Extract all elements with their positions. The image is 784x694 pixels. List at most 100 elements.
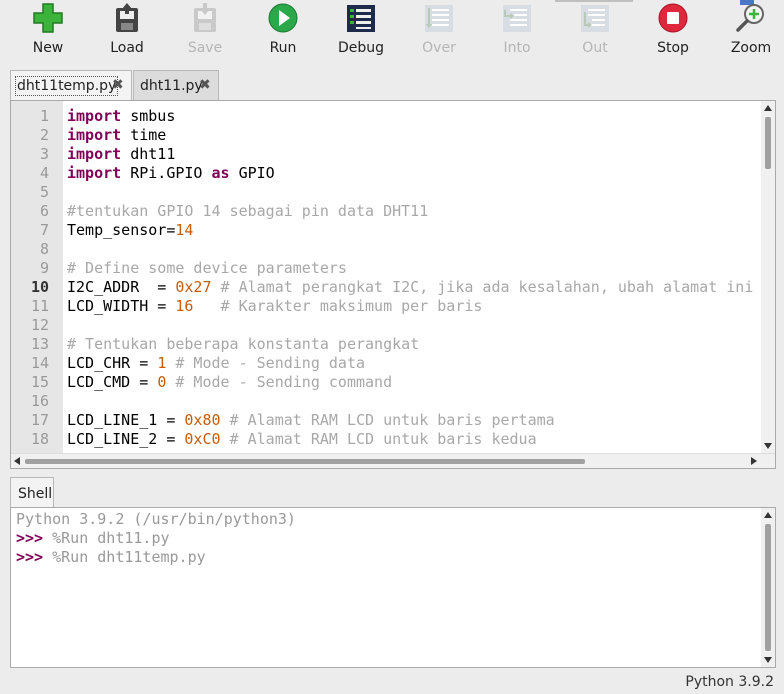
save-button[interactable]: Save <box>166 0 244 64</box>
scroll-up-icon[interactable] <box>764 512 772 518</box>
shell-command-line: >>> %Run dht11temp.py <box>16 548 206 567</box>
code-line: Temp_sensor=14 <box>67 221 193 240</box>
zoom-label: Zoom <box>730 40 772 56</box>
step-into-button[interactable]: Into <box>478 0 556 64</box>
code-line: LCD_WIDTH = 16 # Karakter maksimum per b… <box>67 297 482 316</box>
code-line-current: I2C_ADDR = 0x27 # Alamat perangkat I2C, … <box>67 278 753 297</box>
shell-panel[interactable]: Python 3.9.2 (/usr/bin/python3) >>> %Run… <box>10 507 776 668</box>
code-text: LCD_CHR = <box>67 354 158 372</box>
keyword: import <box>67 107 122 125</box>
step-into-icon <box>503 5 531 32</box>
close-icon[interactable]: ✖ <box>112 77 124 93</box>
code-text: I2C_ADDR = <box>67 278 176 296</box>
comment: # Karakter maksimum per baris <box>193 297 483 315</box>
code-editor[interactable]: 1 2 3 4 5 6 7 8 9 10 11 12 13 14 15 16 1… <box>10 100 776 469</box>
comment: # Alamat perangkat I2C, jika ada kesalah… <box>211 278 754 296</box>
shell-command: %Run dht11.py <box>43 529 170 547</box>
line-number: 6 <box>39 202 49 220</box>
shell-prompt: >>> <box>16 529 44 547</box>
code-line: LCD_LINE_1 = 0x80 # Alamat RAM LCD untuk… <box>67 411 555 430</box>
stop-label: Stop <box>657 40 689 56</box>
step-over-button[interactable]: Over <box>400 0 478 64</box>
shell-command-line: >>> %Run dht11.py <box>16 529 170 548</box>
step-over-icon <box>425 5 453 32</box>
code-text: smbus <box>121 107 176 125</box>
code-text: GPIO <box>229 164 275 182</box>
line-number: 2 <box>39 126 49 144</box>
scroll-left-icon[interactable] <box>14 457 20 465</box>
run-button[interactable]: Run <box>244 0 322 64</box>
keyword: import <box>67 164 122 182</box>
comment: # Mode - Sending command <box>166 373 393 391</box>
shell-command: %Run dht11temp.py <box>43 548 206 566</box>
line-number: 15 <box>30 373 49 391</box>
keyword: import <box>67 126 122 144</box>
line-number: 16 <box>30 392 49 410</box>
load-label: Load <box>110 40 144 56</box>
tab-shell[interactable]: Shell <box>10 477 54 508</box>
load-icon <box>116 3 138 32</box>
status-interpreter[interactable]: Python 3.9.2 <box>685 674 774 690</box>
code-text: LCD_LINE_2 = <box>67 430 185 448</box>
line-number: 4 <box>39 164 49 182</box>
close-icon[interactable]: ✖ <box>199 77 211 93</box>
scroll-down-icon[interactable] <box>764 657 772 663</box>
stop-button[interactable]: Stop <box>634 0 712 64</box>
load-button[interactable]: Load <box>88 0 166 64</box>
tab-dht11[interactable]: dht11.py ✖ <box>133 70 219 101</box>
scroll-right-icon[interactable] <box>751 457 757 465</box>
line-number: 14 <box>30 354 49 372</box>
line-number: 8 <box>39 240 49 258</box>
code-line: # Define some device parameters <box>67 259 347 278</box>
code-line: import time <box>67 126 166 145</box>
code-line: LCD_LINE_2 = 0xC0 # Alamat RAM LCD untuk… <box>67 430 537 449</box>
keyword: import <box>67 145 122 163</box>
code-text: LCD_LINE_1 = <box>67 411 185 429</box>
comment: # Alamat RAM LCD untuk baris pertama <box>220 411 555 429</box>
code-line: LCD_CMD = 0 # Mode - Sending command <box>67 373 392 392</box>
scrollbar-thumb[interactable] <box>25 459 585 464</box>
code-text: LCD_CMD = <box>67 373 158 391</box>
run-icon <box>268 3 298 33</box>
stop-icon <box>658 3 688 33</box>
tab-label: dht11temp.py <box>14 76 119 96</box>
code-text[interactable]: import smbus import time import dht11 im… <box>63 101 761 453</box>
scroll-down-icon[interactable] <box>764 443 772 449</box>
line-number: 5 <box>39 183 49 201</box>
new-label: New <box>32 40 64 56</box>
comment: # Define some device parameters <box>67 259 347 277</box>
editor-horizontal-scrollbar[interactable] <box>11 453 775 468</box>
line-number: 11 <box>30 297 49 315</box>
step-into-label: Into <box>503 40 531 56</box>
scroll-up-icon[interactable] <box>764 105 772 111</box>
number-literal: 0x80 <box>184 411 221 429</box>
shell-info: Python 3.9.2 (/usr/bin/python3) <box>16 510 296 528</box>
step-over-label: Over <box>422 40 456 56</box>
toolbar: New Load Save Run Debug Over Into Out St… <box>0 0 784 64</box>
keyword: as <box>211 164 230 182</box>
number-literal: 14 <box>175 221 194 239</box>
scrollbar-thumb[interactable] <box>765 524 771 651</box>
code-line: LCD_CHR = 1 # Mode - Sending data <box>67 354 365 373</box>
line-number: 1 <box>39 107 49 125</box>
save-label: Save <box>187 40 223 56</box>
scrollbar-thumb[interactable] <box>765 117 771 169</box>
step-out-icon <box>581 5 609 32</box>
editor-vertical-scrollbar[interactable] <box>761 101 775 453</box>
debug-button[interactable]: Debug <box>322 0 400 64</box>
comment: # Alamat RAM LCD untuk baris kedua <box>220 430 537 448</box>
tab-dht11temp[interactable]: dht11temp.py ✖ <box>10 70 132 101</box>
comment: # Tentukan beberapa konstanta perangkat <box>67 335 420 353</box>
code-line: import smbus <box>67 107 175 126</box>
code-text: dht11 <box>121 145 176 163</box>
number-literal: 0x27 <box>175 278 212 296</box>
code-line: #tentukan GPIO 14 sebagai pin data DHT11 <box>67 202 428 221</box>
step-out-button[interactable]: Out <box>556 0 634 64</box>
shell-vertical-scrollbar[interactable] <box>761 508 775 667</box>
new-button[interactable]: New <box>9 0 87 64</box>
line-number: 9 <box>39 259 49 277</box>
code-line: # Tentukan beberapa konstanta perangkat <box>67 335 419 354</box>
code-line: import RPi.GPIO as GPIO <box>67 164 275 183</box>
line-number: 13 <box>30 335 49 353</box>
zoom-button[interactable]: Zoom <box>712 0 784 64</box>
